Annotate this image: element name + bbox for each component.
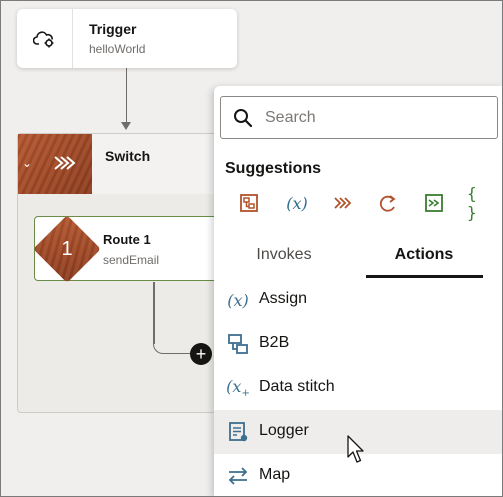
tab-invokes[interactable]: Invokes — [214, 231, 354, 279]
switch-header: ⌄ Switch — [18, 134, 246, 194]
plus-icon: + — [195, 344, 207, 364]
data-stitch-icon: (x+ — [226, 376, 250, 400]
route-number: 1 — [61, 237, 73, 260]
tab-actions[interactable]: Actions — [354, 231, 494, 279]
list-item-data-stitch[interactable]: (x+ Data stitch — [214, 366, 503, 410]
search-icon — [234, 109, 253, 128]
trigger-subtitle: helloWorld — [89, 42, 146, 56]
list-item-label: Logger — [259, 422, 309, 439]
b2b-icon — [225, 332, 251, 356]
list-item-assign[interactable]: (x) Assign — [214, 278, 503, 322]
suggestions-heading: Suggestions — [225, 160, 322, 177]
switch-icon[interactable] — [331, 189, 355, 217]
route-title: Route 1 — [103, 232, 151, 247]
list-item-b2b[interactable]: B2B — [214, 322, 503, 366]
suggestions-row: (x) { } — [225, 184, 495, 222]
list-item-label: Map — [259, 466, 291, 483]
chevron-down-icon[interactable]: ⌄ — [22, 156, 32, 170]
trigger-node[interactable]: Trigger helloWorld — [17, 9, 237, 68]
json-icon[interactable]: { } — [467, 184, 495, 222]
switch-icon — [54, 156, 76, 170]
map-icon — [225, 464, 251, 488]
cloud-gear-icon — [32, 30, 53, 47]
b2b-icon[interactable] — [237, 189, 261, 217]
route-subtitle: sendEmail — [103, 253, 160, 267]
list-item-label: Data stitch — [259, 378, 335, 395]
add-action-button[interactable]: + — [190, 343, 212, 365]
connector-arrow — [121, 122, 131, 130]
trigger-title: Trigger — [89, 21, 137, 37]
switch-icon-tile: ⌄ — [18, 134, 92, 194]
connector-line — [126, 68, 127, 124]
switch-title: Switch — [105, 148, 151, 164]
mouse-cursor-icon — [347, 435, 364, 463]
tab-bar: Invokes Actions — [214, 231, 503, 279]
search-input[interactable] — [265, 97, 490, 138]
trigger-icon-tile — [17, 9, 73, 68]
assign-icon: (x) — [227, 290, 249, 310]
search-field[interactable] — [220, 96, 498, 139]
for-each-icon[interactable] — [377, 189, 401, 217]
assign-icon[interactable]: (x) — [282, 189, 312, 217]
route-connector-curve — [153, 330, 193, 354]
scope-icon[interactable] — [422, 189, 446, 217]
list-item-label: Assign — [259, 290, 308, 307]
route-node[interactable]: 1 Route 1 sendEmail — [33, 215, 224, 283]
logger-icon — [225, 420, 251, 444]
list-item-label: B2B — [259, 334, 290, 351]
